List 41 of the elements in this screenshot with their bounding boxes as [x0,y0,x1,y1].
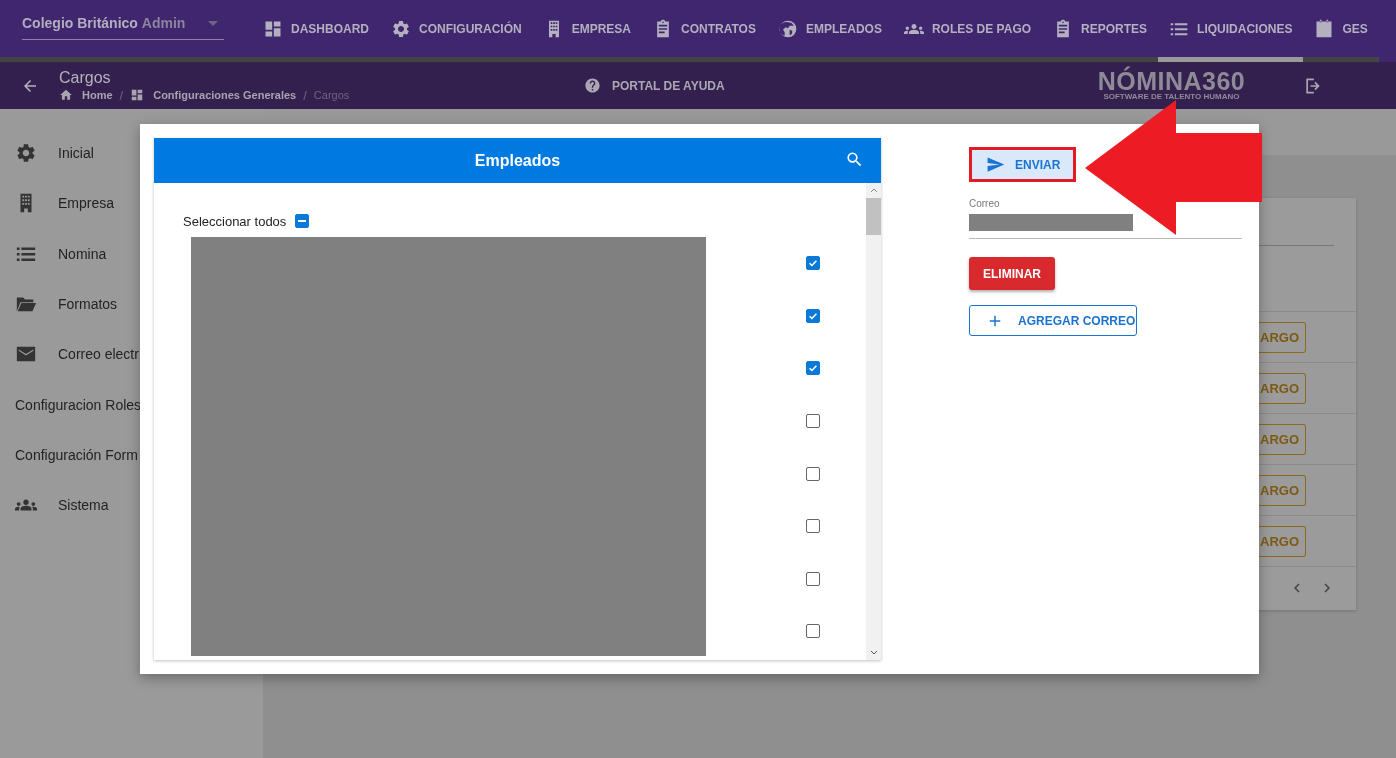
delete-button[interactable]: ELIMINAR [969,257,1055,290]
scroll-up-icon[interactable] [868,186,879,194]
checkbox[interactable] [806,308,820,323]
scroll-down-icon[interactable] [868,649,879,657]
checkbox[interactable] [806,256,820,271]
checkbox[interactable] [806,624,820,639]
company-select[interactable]: Colegio Británico Admin [22,15,224,40]
logo-tagline: SOFTWARE DE TALENTO HUMANO [1103,92,1240,101]
search-icon [845,150,864,169]
send-button[interactable]: ENVIAR [972,150,1074,179]
scrollbar[interactable] [866,183,881,660]
caret-icon [208,20,218,26]
help-portal-link[interactable]: PORTAL DE AYUDA [584,77,725,94]
select-all-checkbox[interactable] [295,214,310,228]
checkbox[interactable] [806,519,820,534]
breadcrumb-link[interactable]: Configuraciones Generales [130,88,297,102]
page-title: Cargos [59,68,112,87]
checkbox[interactable] [806,466,820,481]
checkbox[interactable] [806,571,820,586]
sidebar-item[interactable]: Formatos [0,278,263,330]
sidebar-item[interactable]: Inicial [0,128,263,179]
sidebar-item[interactable]: Correo electr [0,329,263,380]
checkbox[interactable] [806,414,820,429]
select-all-label: Seleccionar todos [183,213,287,229]
home-icon [59,88,73,102]
checkbox[interactable] [806,361,820,376]
list-title: Empleados [474,151,561,170]
dashboard-icon [130,88,145,102]
sidebar-item[interactable]: Sistema [0,480,263,531]
search-button[interactable] [845,150,864,169]
breadcrumb-link[interactable]: Home [59,88,113,102]
email-field[interactable]: Correo [969,198,1242,239]
settings-icon [391,18,411,39]
add-email-button[interactable]: AGREGAR CORREO [969,305,1137,336]
help-icon [584,77,601,94]
breadcrumb-separator: / [303,87,307,103]
settings-icon [15,142,37,165]
scrollbar-thumb[interactable] [866,198,881,235]
sidebar-item[interactable]: Nomina [0,228,263,279]
breadcrumb-separator: / [119,87,124,103]
calendar-icon [1314,18,1335,39]
